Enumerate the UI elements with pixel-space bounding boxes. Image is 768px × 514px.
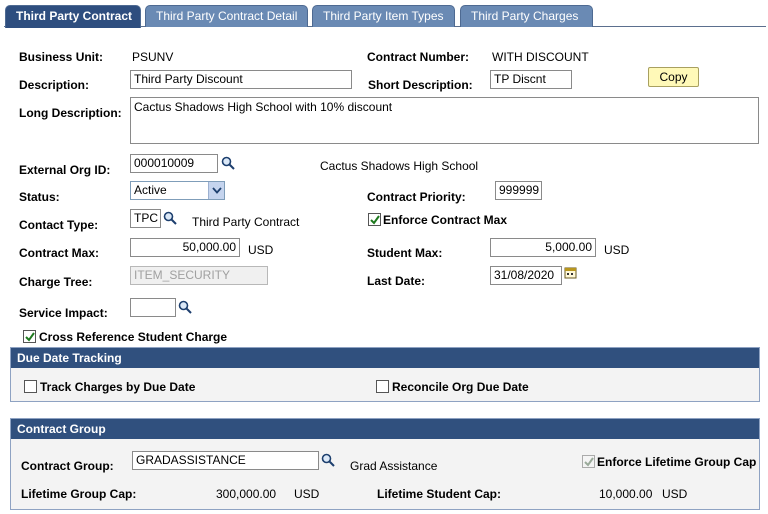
cross-reference-checkbox[interactable] (23, 330, 36, 343)
contract-group-input[interactable]: GRADASSISTANCE (132, 451, 319, 470)
contract-priority-label: Contract Priority: (367, 190, 466, 204)
business-unit-value: PSUNV (132, 50, 174, 64)
status-select-value: Active (134, 183, 167, 197)
copy-button[interactable]: Copy (648, 67, 699, 87)
enforce-lifetime-group-cap-label: Enforce Lifetime Group Cap (597, 455, 757, 469)
description-input[interactable]: Third Party Discount (130, 70, 352, 89)
external-org-input[interactable]: 000010009 (130, 154, 218, 173)
long-description-textarea[interactable]: Cactus Shadows High School with 10% disc… (130, 97, 759, 144)
contract-max-input[interactable]: 50,000.00 (130, 238, 240, 257)
magnifier-icon[interactable] (163, 211, 177, 225)
contract-priority-input[interactable]: 999999 (495, 181, 542, 200)
long-description-label: Long Description: (19, 106, 122, 120)
charge-tree-input: ITEM_SECURITY (130, 266, 268, 285)
lifetime-group-cap-value: 300,000.00 (216, 487, 277, 501)
track-charges-label: Track Charges by Due Date (40, 380, 196, 394)
chevron-down-icon[interactable] (208, 182, 224, 199)
lifetime-student-cap-value: 10,000.00 (599, 487, 653, 501)
status-label: Status: (19, 190, 60, 204)
reconcile-org-due-date-checkbox[interactable] (376, 380, 389, 393)
contract-group-header: Contract Group (11, 419, 759, 439)
contact-type-input[interactable]: TPC (130, 209, 161, 228)
last-date-input[interactable]: 31/08/2020 (490, 266, 562, 285)
tab-third-party-charges[interactable]: Third Party Charges (460, 5, 593, 27)
contract-number-value: WITH DISCOUNT (492, 50, 589, 64)
external-org-label: External Org ID: (19, 163, 111, 177)
student-max-label: Student Max: (367, 246, 443, 260)
calendar-icon[interactable] (564, 266, 578, 280)
contract-group-label: Contract Group: (21, 459, 114, 473)
lifetime-group-cap-label: Lifetime Group Cap: (21, 487, 137, 501)
business-unit-label: Business Unit: (19, 50, 104, 64)
due-date-tracking-header: Due Date Tracking (11, 348, 759, 368)
service-impact-input[interactable] (130, 298, 176, 317)
contract-max-label: Contract Max: (19, 246, 100, 260)
lifetime-student-cap-label: Lifetime Student Cap: (377, 487, 502, 501)
contract-max-currency: USD (248, 243, 274, 257)
lifetime-group-cap-currency: USD (294, 487, 320, 501)
service-impact-label: Service Impact: (19, 306, 108, 320)
contract-group-description: Grad Assistance (350, 459, 438, 473)
short-description-label: Short Description: (368, 78, 473, 92)
reconcile-org-due-date-label: Reconcile Org Due Date (392, 380, 529, 394)
magnifier-icon[interactable] (221, 156, 235, 170)
track-charges-checkbox[interactable] (24, 380, 37, 393)
description-label: Description: (19, 78, 90, 92)
lifetime-student-cap-currency: USD (662, 487, 688, 501)
charge-tree-label: Charge Tree: (19, 275, 93, 289)
contact-type-description: Third Party Contract (192, 215, 300, 229)
status-select[interactable]: Active (130, 181, 225, 200)
external-org-name: Cactus Shadows High School (320, 159, 479, 173)
enforce-lifetime-group-cap-checkbox (582, 455, 595, 468)
cross-reference-label: Cross Reference Student Charge (39, 330, 228, 344)
student-max-input[interactable]: 5,000.00 (490, 238, 596, 257)
student-max-currency: USD (604, 243, 630, 257)
last-date-label: Last Date: (367, 274, 426, 288)
tab-third-party-contract-detail[interactable]: Third Party Contract Detail (145, 5, 308, 27)
enforce-contract-max-label: Enforce Contract Max (383, 213, 508, 227)
short-description-input[interactable]: TP Discnt (490, 70, 572, 89)
tab-third-party-item-types[interactable]: Third Party Item Types (312, 5, 455, 27)
magnifier-icon[interactable] (178, 300, 192, 314)
contact-type-label: Contact Type: (19, 218, 99, 232)
magnifier-icon[interactable] (321, 453, 335, 467)
tab-third-party-contract[interactable]: Third Party Contract (5, 5, 141, 28)
enforce-contract-max-checkbox[interactable] (368, 213, 381, 226)
contract-number-label: Contract Number: (367, 50, 470, 64)
